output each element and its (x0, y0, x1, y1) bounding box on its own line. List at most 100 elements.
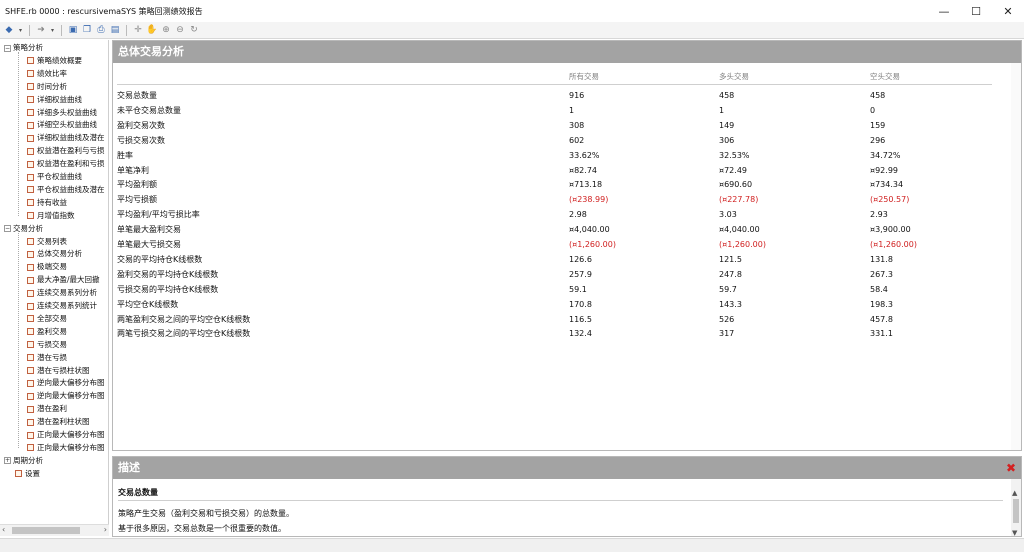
toolbar: ◆ ▾ ➜ ▾ ▣ ❐ ⎙ ▤ ✛ ✋ ⊕ ⊖ ↻ (0, 22, 1024, 39)
tree-item[interactable]: 总体交易分析 (27, 247, 108, 260)
tree-item[interactable]: 连续交易系列分析 (27, 286, 108, 299)
tree-item[interactable]: 正向最大偏移分布图 (27, 428, 108, 441)
tree-item[interactable]: 正向最大偏移分布图 (27, 441, 108, 454)
report-icon (27, 121, 34, 129)
row-label: 两笔盈利交易之间的平均空仓K线根数 (117, 314, 251, 324)
crosshair-icon[interactable]: ✛ (132, 24, 144, 36)
tree-group[interactable]: − 策略分析 (4, 41, 43, 54)
back-icon[interactable]: ◆ (3, 24, 15, 36)
tree-item[interactable]: 绩效比率 (27, 67, 108, 80)
description-divider (118, 500, 1003, 501)
close-icon[interactable]: ✖ (1006, 457, 1016, 479)
cell-all-trades: ¤4,040.00 (569, 225, 610, 235)
tree-item[interactable]: 潜在亏损柱状图 (27, 364, 108, 377)
cell-long-trades: 149 (719, 120, 735, 130)
tree-item[interactable]: 极端交易 (27, 260, 108, 273)
tree-item[interactable]: 连续交易系列统计 (27, 299, 108, 312)
tree-item[interactable]: 潜在盈利柱状图 (27, 415, 108, 428)
cell-short-trades: 34.72% (870, 150, 901, 160)
cell-short-trades: 457.8 (870, 314, 893, 324)
report-icon (27, 379, 34, 387)
refresh-icon[interactable]: ↻ (188, 24, 200, 36)
tree-item-label: 交易列表 (37, 236, 67, 246)
cell-short-trades: ¤92.99 (870, 165, 898, 175)
tree-item[interactable]: 盈利交易 (27, 325, 108, 338)
tree-item[interactable]: 权益潜在盈利和亏损 (27, 157, 108, 170)
tree-item-label: 详细空头权益曲线 (37, 120, 97, 130)
tree-item[interactable]: 详细空头权益曲线 (27, 118, 108, 131)
description-scrollbar[interactable]: ▲ ▼ (1011, 479, 1021, 536)
report-icon (27, 289, 34, 297)
tree-group[interactable]: − 交易分析 (4, 222, 43, 235)
tree-item[interactable]: 平仓权益曲线及潜在 (27, 183, 108, 196)
report-icon (27, 186, 34, 194)
scroll-right-icon[interactable]: › (104, 525, 107, 534)
tree-item[interactable]: 全部交易 (27, 312, 108, 325)
print-icon[interactable]: ⎙ (95, 24, 107, 36)
tree-item[interactable]: 交易列表 (27, 235, 108, 248)
copy-icon[interactable]: ❐ (81, 24, 93, 36)
hand-icon[interactable]: ✋ (146, 24, 158, 36)
save-icon[interactable]: ▣ (67, 24, 79, 36)
header-divider (117, 84, 992, 85)
tree-item-settings[interactable]: 设置 (15, 467, 40, 480)
back-dropdown-icon[interactable]: ▾ (17, 24, 24, 36)
tree-item[interactable]: 逆向最大偏移分布图 (27, 389, 108, 402)
report-tree: − 策略分析 策略绩效概要 绩效比率 时间分析 详细权益曲线 详细多头权益曲线 详细空头权益曲… (0, 40, 109, 524)
maximize-button[interactable]: ☐ (960, 0, 992, 22)
tree-item[interactable]: 详细权益曲线 (27, 93, 108, 106)
report-icon (27, 57, 34, 65)
row-label: 交易的平均持仓K线根数 (117, 254, 203, 264)
tree-item[interactable]: 详细权益曲线及潜在 (27, 131, 108, 144)
cell-all-trades: ¤82.74 (569, 165, 597, 175)
tree-item-label: 设置 (25, 468, 40, 478)
expand-icon[interactable]: + (4, 457, 11, 465)
tree-item-label: 亏损交易 (37, 339, 67, 349)
tree-item[interactable]: 持有收益 (27, 196, 108, 209)
cell-short-trades: ¤734.34 (870, 180, 904, 190)
main-vertical-scrollbar[interactable] (1011, 63, 1021, 450)
report-icon (27, 263, 34, 271)
row-label: 亏损交易次数 (117, 135, 165, 145)
tree-item[interactable]: 策略绩效概要 (27, 54, 108, 67)
tree-item-label: 连续交易系列统计 (37, 301, 97, 310)
forward-icon[interactable]: ➜ (35, 24, 47, 36)
cell-short-trades: 2.93 (870, 210, 888, 220)
zoom-out-icon[interactable]: ⊖ (174, 24, 186, 36)
scrollbar-thumb[interactable] (1013, 499, 1019, 523)
table-icon[interactable]: ▤ (109, 24, 121, 36)
tree-item[interactable]: 月增值指数 (27, 209, 108, 222)
collapse-icon[interactable]: − (4, 44, 11, 52)
minimize-button[interactable]: — (928, 0, 960, 22)
description-header: 描述 ✖ (113, 457, 1021, 479)
cell-all-trades: 1 (569, 105, 575, 115)
tree-group[interactable]: + 周期分析 (4, 454, 43, 467)
collapse-icon[interactable]: − (4, 225, 11, 233)
tree-item[interactable]: 逆向最大偏移分布图 (27, 376, 108, 389)
tree-group-label: 交易分析 (13, 223, 43, 233)
tree-item[interactable]: 权益潜在盈利与亏损 (27, 144, 108, 157)
tree-item[interactable]: 时间分析 (27, 80, 108, 93)
cell-all-trades: 257.9 (569, 269, 592, 279)
status-bar (0, 538, 1024, 552)
close-button[interactable]: ✕ (992, 0, 1024, 22)
forward-dropdown-icon[interactable]: ▾ (49, 24, 56, 36)
tree-item[interactable]: 潜在亏损 (27, 351, 108, 364)
tree-item[interactable]: 详细多头权益曲线 (27, 106, 108, 119)
zoom-in-icon[interactable]: ⊕ (160, 24, 172, 36)
scroll-up-icon[interactable]: ▲ (1012, 489, 1017, 497)
scroll-down-icon[interactable]: ▼ (1012, 529, 1017, 536)
toolbar-separator (61, 24, 62, 36)
column-header-all: 所有交易 (569, 72, 599, 81)
scroll-left-icon[interactable]: ‹ (2, 525, 5, 534)
tree-item-label: 潜在亏损柱状图 (37, 365, 90, 375)
scrollbar-thumb[interactable] (12, 527, 80, 534)
cell-short-trades: ¤3,900.00 (870, 225, 911, 235)
tree-item[interactable]: 最大净盈/最大回撤 (27, 273, 108, 286)
tree-horizontal-scrollbar[interactable]: ‹ › (0, 524, 109, 536)
tree-item-label: 平仓权益曲线 (37, 172, 82, 181)
tree-item[interactable]: 平仓权益曲线 (27, 170, 108, 183)
tree-group-label: 周期分析 (13, 455, 43, 465)
tree-item[interactable]: 亏损交易 (27, 338, 108, 351)
tree-item[interactable]: 潜在盈利 (27, 402, 108, 415)
